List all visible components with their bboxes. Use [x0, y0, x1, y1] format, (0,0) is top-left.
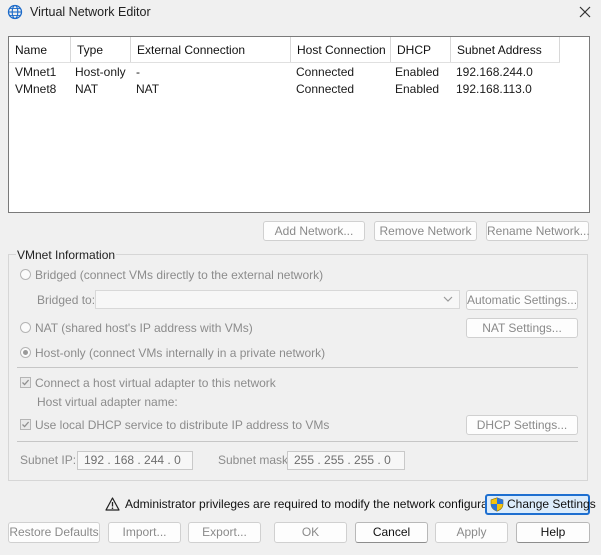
bridged-label: Bridged (connect VMs directly to the ext…: [35, 268, 324, 282]
vmnet-information-label: VMnet Information: [16, 248, 117, 262]
checkmark-icon: [22, 421, 30, 428]
change-settings-label: Change Settings: [507, 497, 596, 511]
cell-dhcp: Enabled: [395, 82, 440, 96]
apply-button[interactable]: Apply: [435, 522, 508, 543]
cell-external-connection: NAT: [136, 82, 160, 96]
radio-selected-dot: [23, 350, 28, 355]
cell-type: Host-only: [75, 65, 126, 79]
divider: [17, 367, 578, 368]
cell-subnet-address: 192.168.244.0: [456, 65, 533, 79]
add-network-button[interactable]: Add Network...: [263, 221, 365, 241]
close-icon[interactable]: [576, 3, 594, 21]
globe-icon: [7, 4, 23, 20]
cell-host-connection: Connected: [296, 65, 355, 79]
checkmark-icon: [22, 379, 30, 386]
cell-subnet-address: 192.168.113.0: [456, 82, 532, 96]
subnet-mask-label: Subnet mask:: [218, 453, 292, 467]
bridged-to-select[interactable]: [95, 290, 460, 309]
connect-adapter-label: Connect a host virtual adapter to this n…: [35, 376, 276, 390]
cell-type: NAT: [75, 82, 99, 96]
bridged-to-label: Bridged to:: [37, 293, 96, 307]
window-title: Virtual Network Editor: [30, 5, 151, 19]
column-header-subnet-address[interactable]: Subnet Address: [451, 37, 560, 62]
cell-name: VMnet1: [15, 65, 57, 79]
nat-radio[interactable]: [20, 322, 31, 333]
column-header-external-connection[interactable]: External Connection: [131, 37, 291, 62]
network-table[interactable]: Name Type External Connection Host Conne…: [8, 36, 590, 213]
subnet-mask-field[interactable]: 255 . 255 . 255 . 0: [287, 451, 405, 470]
host-only-label: Host-only (connect VMs internally in a p…: [35, 346, 326, 360]
dhcp-settings-button[interactable]: DHCP Settings...: [466, 415, 578, 435]
column-header-host-connection[interactable]: Host Connection: [291, 37, 391, 62]
subnet-ip-field[interactable]: 192 . 168 . 244 . 0: [77, 451, 193, 470]
help-button[interactable]: Help: [516, 522, 590, 543]
bridged-radio[interactable]: [20, 269, 31, 280]
export-button[interactable]: Export...: [188, 522, 261, 543]
adapter-name-label: Host virtual adapter name:: [37, 395, 178, 409]
chevron-down-icon: [443, 296, 453, 302]
shield-icon: [490, 497, 504, 512]
cell-external-connection: -: [136, 65, 140, 79]
cell-host-connection: Connected: [296, 82, 355, 96]
connect-adapter-checkbox[interactable]: [20, 377, 31, 388]
cell-dhcp: Enabled: [395, 65, 440, 79]
admin-warning-text: Administrator privileges are required to…: [125, 497, 511, 511]
table-header: Name Type External Connection Host Conne…: [9, 37, 560, 63]
cancel-button[interactable]: Cancel: [355, 522, 428, 543]
host-only-radio[interactable]: [20, 347, 31, 358]
rename-network-button[interactable]: Rename Network...: [486, 221, 590, 241]
divider: [17, 441, 578, 442]
warning-icon: [105, 497, 120, 511]
dhcp-checkbox[interactable]: [20, 419, 31, 430]
column-header-dhcp[interactable]: DHCP: [391, 37, 451, 62]
remove-network-button[interactable]: Remove Network: [374, 221, 477, 241]
nat-label: NAT (shared host's IP address with VMs): [35, 321, 253, 335]
column-header-type[interactable]: Type: [71, 37, 131, 62]
title-bar: Virtual Network Editor: [0, 0, 601, 26]
ok-button[interactable]: OK: [274, 522, 347, 543]
import-button[interactable]: Import...: [108, 522, 181, 543]
table-row[interactable]: VMnet1 Host-only - Connected Enabled 192…: [9, 64, 560, 81]
column-header-name[interactable]: Name: [9, 37, 71, 62]
automatic-settings-button[interactable]: Automatic Settings...: [466, 290, 578, 310]
cell-name: VMnet8: [15, 82, 57, 96]
change-settings-button[interactable]: Change Settings: [485, 494, 596, 515]
table-row[interactable]: VMnet8 NAT NAT Connected Enabled 192.168…: [9, 81, 560, 98]
dhcp-label: Use local DHCP service to distribute IP …: [35, 418, 330, 432]
nat-settings-button[interactable]: NAT Settings...: [466, 318, 578, 338]
restore-defaults-button[interactable]: Restore Defaults: [8, 522, 100, 543]
subnet-ip-label: Subnet IP:: [20, 453, 77, 467]
